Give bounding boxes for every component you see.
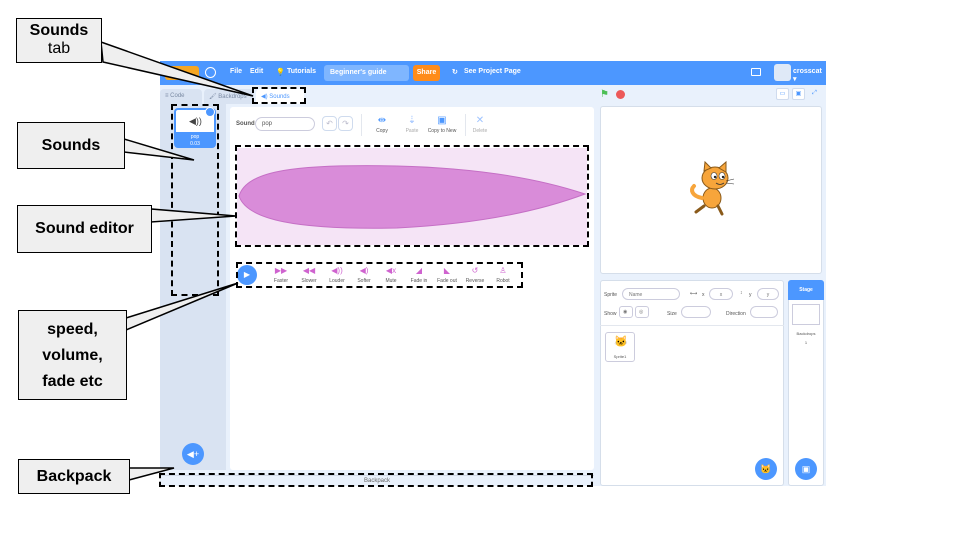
my-stuff-folder-icon[interactable] <box>751 68 761 76</box>
y-label: y <box>749 292 752 298</box>
file-menu[interactable]: File <box>230 68 242 75</box>
sprite-info-panel <box>600 280 784 326</box>
add-sound-button[interactable]: ◀+ <box>182 443 204 465</box>
sprite-label: Sprite <box>604 292 618 298</box>
tab-code-label: Code <box>170 93 185 99</box>
x-input[interactable]: x <box>709 288 733 300</box>
sounds-list-highlight <box>171 104 219 296</box>
delete-label: Delete <box>472 128 488 134</box>
add-sprite-button[interactable]: 🐱 <box>755 458 777 480</box>
backdrops-count: 1 <box>804 340 808 345</box>
direction-input[interactable] <box>750 306 778 318</box>
edit-menu[interactable]: Edit <box>250 68 263 75</box>
menu-bar: File Edit 💡 Tutorials Beginner's guide S… <box>160 61 826 85</box>
sprite-thumbnail[interactable]: 🐱 Sprite1 <box>605 332 635 362</box>
show-label: Show <box>604 311 617 317</box>
project-title-input[interactable]: Beginner's guide <box>324 65 409 81</box>
hide-eye-icon[interactable]: ◎ <box>635 306 649 318</box>
sprite-thumbnail-label: Sprite1 <box>613 354 627 359</box>
tab-backdrops-label: Backdrops <box>218 94 247 100</box>
tab-code[interactable]: ≡ Code <box>160 89 202 104</box>
sound-name-input[interactable]: pop <box>255 117 315 131</box>
callout-backpack: Backpack <box>18 459 130 494</box>
sound-name-label: Sound <box>236 121 255 127</box>
callout-effects: speed, volume, fade etc <box>18 310 127 400</box>
callout-effects-line1: speed, <box>47 321 98 338</box>
copy-to-new-icon: ▣ <box>437 115 447 126</box>
tab-backdrops[interactable]: 🖌 Backdrops <box>204 89 254 104</box>
stage-header: Stage <box>788 280 824 300</box>
delete-button[interactable]: ✕ Delete <box>460 115 500 134</box>
effects-highlight <box>236 262 523 288</box>
stage-thumbnail[interactable] <box>792 304 820 325</box>
add-backdrop-button[interactable]: ▣ <box>795 458 817 480</box>
size-label: Size <box>667 311 677 317</box>
delete-icon: ✕ <box>475 115 485 126</box>
callout-sounds-tab-line1: Sounds <box>29 22 89 39</box>
sprite-name-input[interactable]: Name <box>622 288 680 300</box>
green-flag-icon[interactable]: ⚑ <box>600 89 609 100</box>
copy-to-new-button[interactable]: ▣ Copy to New <box>422 115 462 134</box>
x-label: x <box>702 292 705 298</box>
callout-sound-editor: Sound editor <box>17 205 152 253</box>
backdrops-label: Backdrops <box>796 331 816 336</box>
tutorials-menu[interactable]: Tutorials <box>287 68 316 75</box>
cat-sprite-icon <box>690 160 735 216</box>
large-stage-icon[interactable]: ▣ <box>792 88 805 100</box>
undo-button[interactable]: ↶ <box>322 116 337 131</box>
share-button[interactable]: Share <box>413 65 440 81</box>
sounds-tab-highlight <box>252 87 306 104</box>
redo-button[interactable]: ↷ <box>338 116 353 131</box>
copy-to-new-label: Copy to New <box>427 128 457 134</box>
size-input[interactable] <box>681 306 711 318</box>
show-visible-eye-icon[interactable]: ◉ <box>619 306 633 318</box>
small-stage-icon[interactable]: ▭ <box>776 88 789 100</box>
see-project-page-button[interactable]: See Project Page <box>464 68 521 75</box>
y-arrows-icon: ↕ <box>740 290 743 296</box>
callout-sounds: Sounds <box>17 122 125 169</box>
remix-icon: ↻ <box>452 69 458 76</box>
user-avatar[interactable] <box>774 64 791 81</box>
username-menu[interactable]: crosscat ▾ <box>793 68 826 83</box>
lightbulb-icon: 💡 <box>276 69 285 76</box>
callout-sounds-tab: Sounds tab <box>16 18 102 63</box>
callout-sounds-tab-line2: tab <box>47 40 71 57</box>
cat-thumb-icon: 🐱 <box>614 336 628 348</box>
callout-effects-line3: fade etc <box>42 373 103 390</box>
y-input[interactable]: y <box>757 288 779 300</box>
scratch-logo[interactable] <box>165 66 199 80</box>
x-arrows-icon: ⟷ <box>690 291 698 297</box>
sound-editor-highlight <box>235 145 589 247</box>
fullscreen-icon[interactable]: ⤢ <box>808 88 821 100</box>
language-globe-icon[interactable] <box>205 67 216 78</box>
direction-label: Direction <box>726 311 746 317</box>
backpack-highlight <box>159 473 593 487</box>
stop-icon[interactable] <box>616 90 625 99</box>
callout-effects-line2: volume, <box>42 347 103 364</box>
